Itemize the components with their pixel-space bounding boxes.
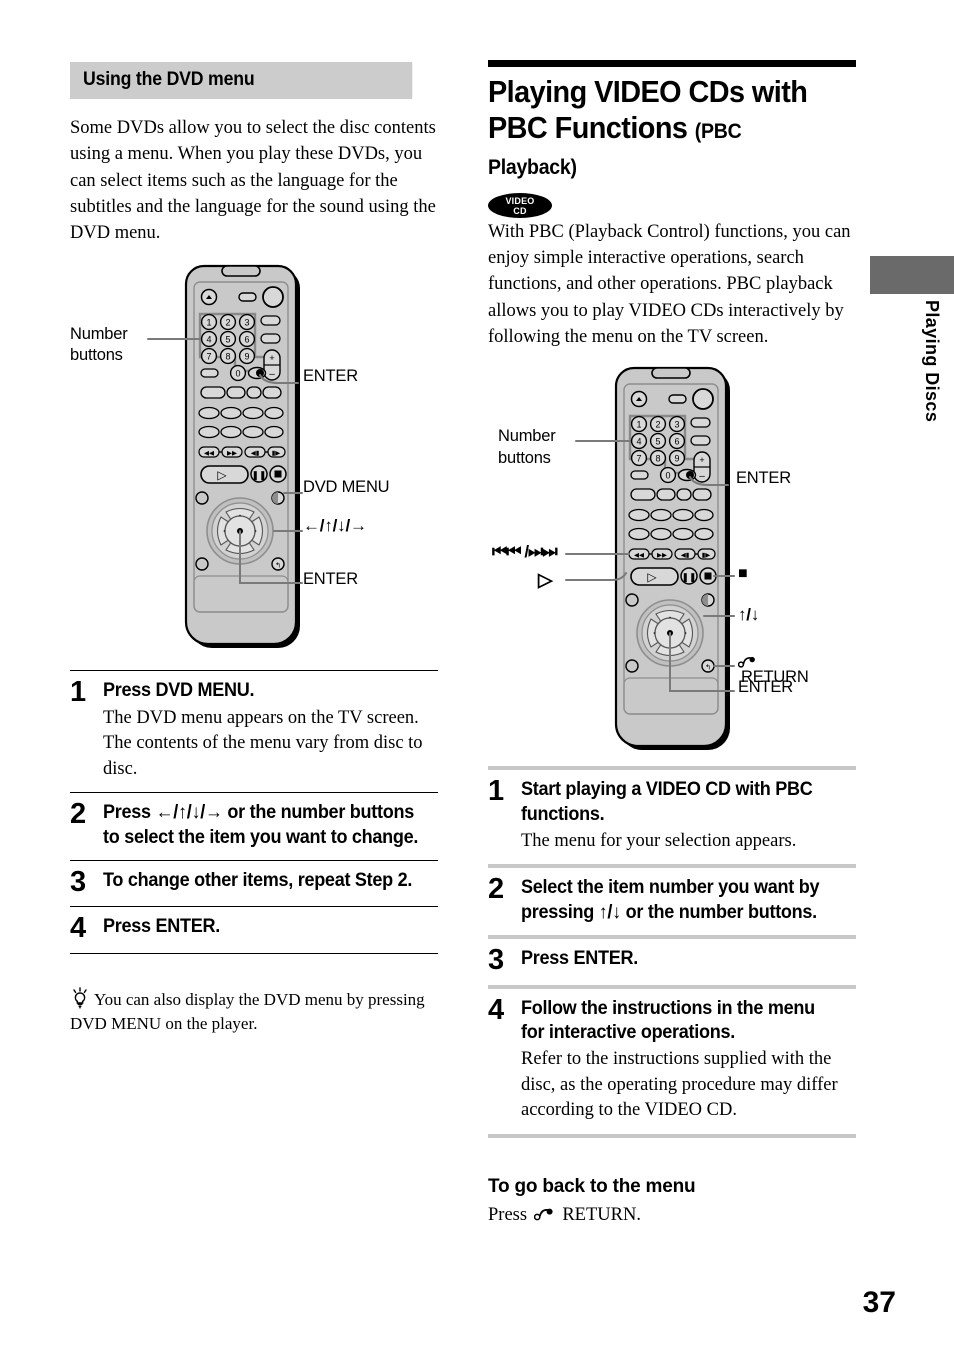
back-to-menu-text: Press RETURN. bbox=[488, 1204, 641, 1225]
step-item: 4 Follow the instructions in the menu fo… bbox=[488, 989, 856, 1134]
section-heading-dvd-menu: Using the DVD menu bbox=[70, 62, 413, 99]
figure-vcd-remote: Number buttons ENTER ⏮⏮ /⏭⏭ ▷ ■ ↑/↓ RETU… bbox=[488, 364, 856, 760]
step-description: The menu for your selection appears. bbox=[521, 830, 797, 851]
manual-page: Using the DVD menu Some DVDs allow you t… bbox=[0, 0, 954, 1352]
step-number: 1 bbox=[70, 676, 86, 709]
lightbulb-icon bbox=[70, 987, 90, 1014]
divider bbox=[70, 952, 438, 954]
page-title-line1: Playing VIDEO CDs with bbox=[488, 74, 808, 109]
divider bbox=[488, 1133, 856, 1138]
step-title: Press ENTER. bbox=[521, 947, 638, 969]
step-item: 3 Press ENTER. bbox=[488, 939, 856, 985]
label-enter-top-right: ENTER bbox=[736, 469, 791, 488]
label-enter-bottom-left: ENTER bbox=[303, 570, 358, 589]
side-tab-marker bbox=[870, 256, 954, 294]
step-title: Start playing a VIDEO CD with PBC functi… bbox=[521, 779, 813, 825]
label-number-buttons-left: Number buttons bbox=[70, 325, 128, 364]
tip-block: You can also display the DVD menu by pre… bbox=[70, 987, 438, 1036]
return-icon bbox=[533, 1208, 553, 1221]
step-number: 1 bbox=[488, 775, 504, 808]
step-item: 1 Press DVD MENU. The DVD menu appears o… bbox=[70, 671, 438, 792]
left-column: Using the DVD menu Some DVDs allow you t… bbox=[70, 62, 438, 1036]
step-description: The DVD menu appears on the TV screen. T… bbox=[103, 707, 423, 779]
step-title: Press ENTER. bbox=[103, 916, 220, 938]
video-cd-badge: VIDEO CD bbox=[488, 192, 552, 218]
label-enter-top-left: ENTER bbox=[303, 367, 358, 386]
figure-dvd-remote: 123 456 789 0 + – ◀◀ ▶▶ ◀▮ ▮▶ ▷ ❚❚ ↰ Num… bbox=[70, 264, 438, 664]
step-item: 2 Select the item number you want by pre… bbox=[488, 868, 856, 935]
step-item: 4 Press ENTER. bbox=[70, 907, 438, 953]
label-skip-prev-next: ⏮⏮ /⏭⏭ bbox=[492, 542, 558, 562]
label-dvd-menu: DVD MENU bbox=[303, 478, 390, 497]
step-number: 4 bbox=[488, 993, 504, 1026]
step-title: Select the item number you want by press… bbox=[521, 877, 820, 923]
step-title: To change other items, repeat Step 2. bbox=[103, 869, 413, 891]
page-number: 37 bbox=[862, 1286, 896, 1319]
badge-line1: VIDEO bbox=[505, 195, 535, 206]
step-number: 3 bbox=[70, 865, 86, 898]
step-item: 2 Press ←/↑/↓/→ or the number buttons to… bbox=[70, 793, 438, 860]
tip-text: You can also display the DVD menu by pre… bbox=[70, 989, 425, 1033]
step-description: Refer to the instructions supplied with … bbox=[521, 1049, 838, 1121]
page-title: Playing VIDEO CDs with PBC Functions (PBC… bbox=[488, 74, 830, 182]
steps-list-right: 1 Start playing a VIDEO CD with PBC func… bbox=[488, 766, 856, 1138]
vcd-remote-illustration bbox=[565, 366, 735, 752]
label-up-down-arrows: ↑/↓ bbox=[738, 605, 760, 625]
label-enter-bottom-right: ENTER bbox=[738, 678, 793, 697]
label-stop: ■ bbox=[738, 565, 748, 583]
return-icon bbox=[738, 657, 755, 668]
intro-paragraph-right: With PBC (Playback Control) functions, y… bbox=[488, 221, 851, 347]
label-arrow-keys-left: ←/↑/↓/→ bbox=[303, 516, 367, 536]
page-title-line2: PBC Functions bbox=[488, 109, 688, 145]
step-item: 3 To change other items, repeat Step 2. bbox=[70, 861, 438, 907]
steps-list-left: 1 Press DVD MENU. The DVD menu appears o… bbox=[70, 670, 438, 954]
step-number: 3 bbox=[488, 943, 504, 976]
label-play: ▷ bbox=[538, 570, 553, 592]
step-title: Follow the instructions in the menu for … bbox=[521, 997, 815, 1043]
step-title: Press DVD MENU. bbox=[103, 680, 255, 702]
side-tab-label: Playing Discs bbox=[922, 300, 942, 423]
step-title: Press ←/↑/↓/→ or the number buttons to s… bbox=[103, 802, 419, 848]
intro-paragraph-left: Some DVDs allow you to select the disc c… bbox=[70, 118, 436, 244]
back-to-menu-heading: To go back to the menu bbox=[488, 1175, 696, 1197]
right-column: Playing VIDEO CDs with PBC Functions (PBC… bbox=[488, 60, 856, 1228]
top-rule bbox=[488, 60, 856, 67]
step-number: 4 bbox=[70, 912, 86, 945]
back-to-menu-block: To go back to the menu Press RETURN. bbox=[488, 1176, 856, 1228]
label-number-buttons-right: Number buttons bbox=[498, 427, 556, 467]
step-number: 2 bbox=[70, 798, 86, 831]
step-number: 2 bbox=[488, 873, 504, 906]
badge-line2: CD bbox=[513, 205, 527, 216]
step-item: 1 Start playing a VIDEO CD with PBC func… bbox=[488, 770, 856, 864]
